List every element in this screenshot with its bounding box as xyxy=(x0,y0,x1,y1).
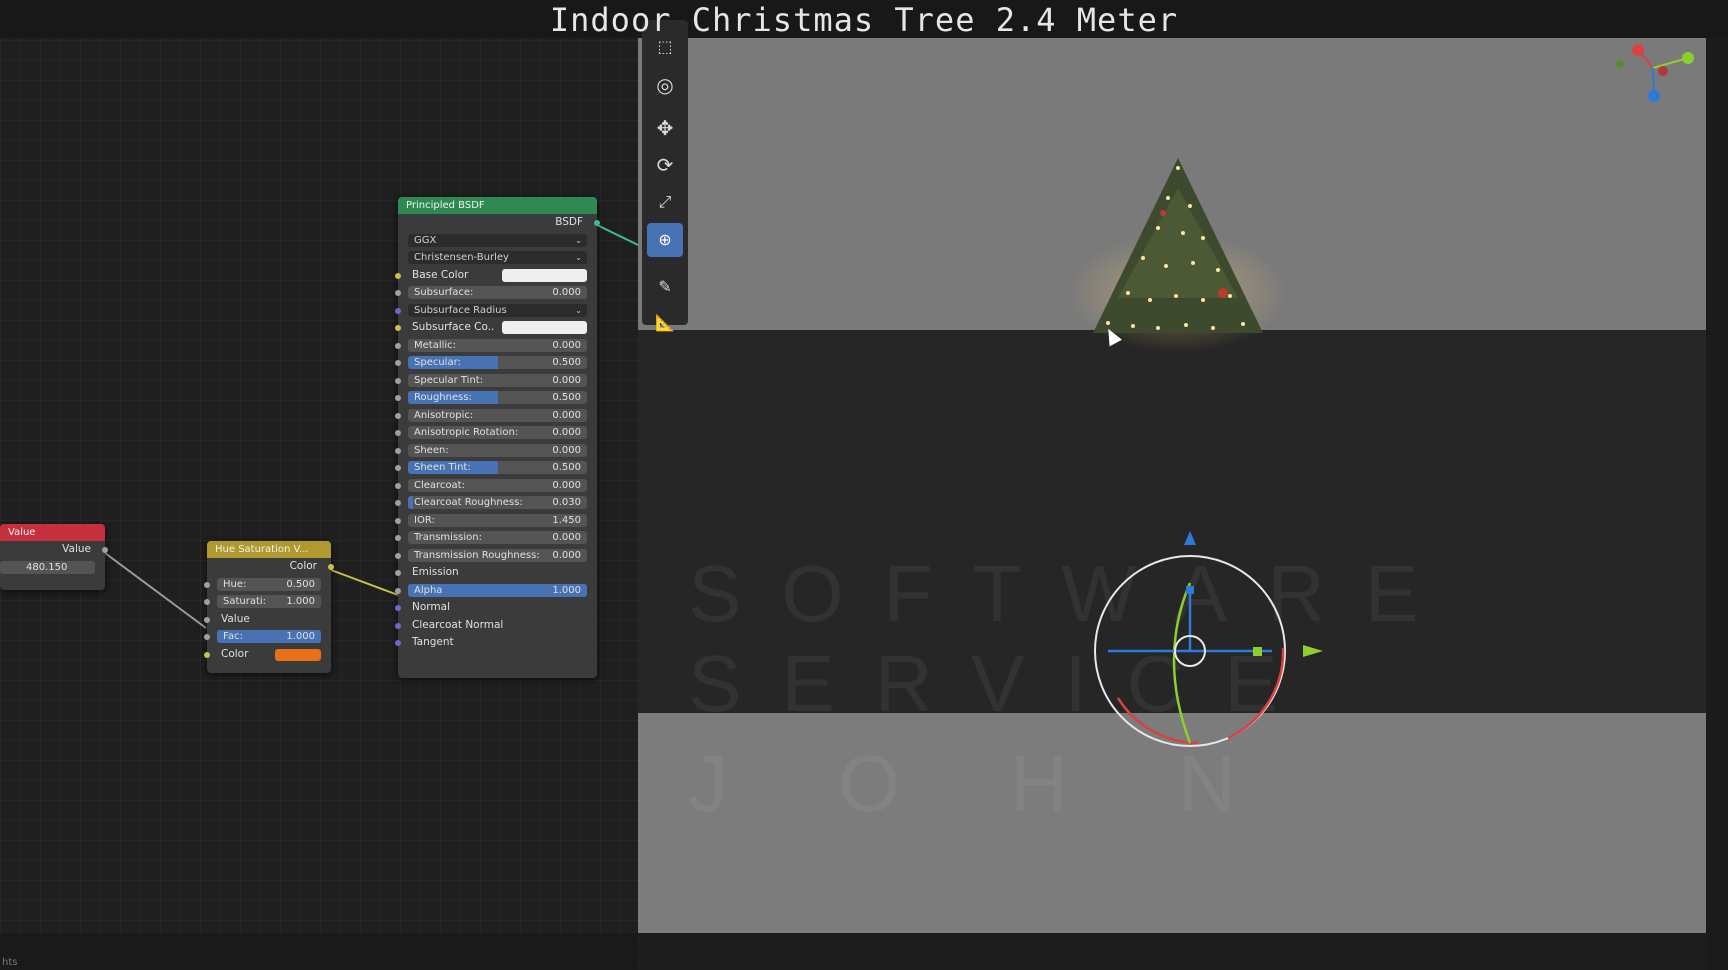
bsdf-row-label: Tangent xyxy=(412,636,454,648)
scale-icon[interactable]: ⤢ xyxy=(647,185,683,219)
bsdf-slider-field[interactable]: Anisotropic: 0.000 xyxy=(408,408,587,422)
bsdf-row-label: Emission xyxy=(412,566,459,578)
bsdf-slider-field[interactable]: Clearcoat Roughness: 0.030 xyxy=(408,496,587,509)
bsdf-input-socket[interactable] xyxy=(395,570,401,576)
bsdf-output-label: BSDF xyxy=(555,216,583,228)
hue-output-label: Color xyxy=(289,560,317,572)
bsdf-input-socket[interactable] xyxy=(395,377,401,384)
value-input-socket[interactable] xyxy=(204,616,210,623)
bsdf-slider-field[interactable]: IOR: 1.450 xyxy=(408,513,587,527)
viewport-overlay xyxy=(1068,44,1694,747)
bsdf-input-socket[interactable] xyxy=(395,517,401,524)
value-field[interactable]: 480.150 xyxy=(0,560,95,574)
3d-viewport[interactable]: SOFTWARE SERVICE JOHN xyxy=(638,38,1706,933)
cursor-icon[interactable]: ◎ xyxy=(647,68,683,102)
transform-icon[interactable]: ⊕ xyxy=(647,223,683,257)
bsdf-slider-field[interactable]: Sheen Tint: 0.500 xyxy=(408,461,587,474)
color-swatch[interactable] xyxy=(502,268,587,282)
bsdf-input-socket[interactable] xyxy=(395,272,401,279)
value-node[interactable]: Value Value 480.150 xyxy=(0,524,108,590)
color-swatch[interactable] xyxy=(502,321,587,334)
hue-saturation-node[interactable]: Hue Saturation V... Color Hue: 0.500 Satu… xyxy=(204,541,334,673)
bsdf-slider-field[interactable]: Roughness: 0.500 xyxy=(408,391,587,404)
subsurface-method-dropdown[interactable]: Christensen-Burley ⌄ xyxy=(408,251,587,264)
subsurface-radius-dropdown[interactable]: Subsurface Radius ⌄ xyxy=(408,303,587,317)
hue-output-socket[interactable] xyxy=(328,564,334,570)
bsdf-input-socket[interactable] xyxy=(395,465,401,471)
bsdf-slider-field[interactable]: Clearcoat: 0.000 xyxy=(408,478,587,492)
value-node-header[interactable]: Value xyxy=(0,524,105,541)
bsdf-node-header[interactable]: Principled BSDF xyxy=(398,197,597,214)
bsdf-input-socket[interactable] xyxy=(395,587,401,594)
bsdf-input-socket[interactable] xyxy=(395,360,401,366)
fac-field[interactable]: Fac: 1.000 xyxy=(217,630,321,643)
bsdf-input-socket[interactable] xyxy=(395,622,401,629)
viewport-toolbar: ⬚ ◎ ✥ ⟳ ⤢ ⊕ ✎ 📐 xyxy=(642,20,688,332)
hue-node-header[interactable]: Hue Saturation V... xyxy=(207,541,331,558)
value-output-label: Value xyxy=(62,543,91,555)
hue-color-swatch[interactable] xyxy=(275,648,321,661)
bsdf-row-label: Clearcoat Normal xyxy=(412,618,504,631)
bsdf-input-socket[interactable] xyxy=(395,430,401,436)
bsdf-input-socket[interactable] xyxy=(395,552,401,559)
annotate-icon[interactable]: ✎ xyxy=(647,270,683,304)
bsdf-input-socket[interactable] xyxy=(395,412,401,419)
bsdf-slider-field[interactable]: Transmission Roughness: 0.000 xyxy=(408,548,587,562)
bsdf-input-socket[interactable] xyxy=(395,535,401,541)
bsdf-input-socket[interactable] xyxy=(395,447,401,454)
video-title: Indoor Christmas Tree 2.4 Meter xyxy=(549,1,1179,39)
bsdf-slider-field[interactable]: Specular: 0.500 xyxy=(408,356,587,369)
right-toolbar-strip xyxy=(1706,38,1728,970)
bsdf-slider-field[interactable]: Sheen: 0.000 xyxy=(408,443,587,457)
bsdf-slider-field[interactable]: Alpha 1.000 xyxy=(408,583,587,597)
bsdf-input-socket[interactable] xyxy=(395,307,401,314)
rotate-icon[interactable]: ⟳ xyxy=(647,148,683,182)
status-bar: hts xyxy=(0,933,638,970)
bsdf-input-socket[interactable] xyxy=(395,325,401,331)
bsdf-slider-field[interactable]: Specular Tint: 0.000 xyxy=(408,373,587,387)
rotate-gizmo[interactable] xyxy=(1094,531,1323,747)
bsdf-output-socket[interactable] xyxy=(594,220,600,226)
bsdf-row-label: Base Color xyxy=(412,268,469,281)
bsdf-input-socket[interactable] xyxy=(395,395,401,401)
bsdf-input-socket[interactable] xyxy=(395,290,401,296)
bsdf-row-label: Normal xyxy=(412,601,450,613)
bsdf-slider-field[interactable]: Metallic: 0.000 xyxy=(408,338,587,352)
move-icon[interactable]: ✥ xyxy=(647,111,683,145)
distribution-dropdown[interactable]: GGX ⌄ xyxy=(408,233,587,247)
value-input-label: Value xyxy=(221,612,250,625)
bsdf-slider-field[interactable]: Transmission: 0.000 xyxy=(408,531,587,544)
axis-gizmo[interactable] xyxy=(1616,44,1694,102)
status-text: hts xyxy=(2,957,18,968)
bsdf-slider-field[interactable]: Subsurface: 0.000 xyxy=(408,286,587,299)
bsdf-input-socket[interactable] xyxy=(395,605,401,611)
value-output-socket[interactable] xyxy=(102,547,108,553)
hue-field[interactable]: Hue: 0.500 xyxy=(217,577,321,591)
bsdf-input-socket[interactable] xyxy=(395,640,401,646)
color-input-label: Color xyxy=(221,647,249,660)
bsdf-slider-field[interactable]: Anisotropic Rotation: 0.000 xyxy=(408,426,587,439)
bsdf-input-socket[interactable] xyxy=(395,342,401,349)
measure-icon[interactable]: 📐 xyxy=(647,306,683,340)
principled-bsdf-node[interactable]: Principled BSDF BSDF GGX ⌄ Christensen-Bu… xyxy=(395,197,600,678)
bsdf-input-socket[interactable] xyxy=(395,482,401,489)
bsdf-row-label: Subsurface Co.. xyxy=(412,321,495,333)
bsdf-input-socket[interactable] xyxy=(395,500,401,506)
saturation-field[interactable]: Saturati: 1.000 xyxy=(217,595,321,608)
